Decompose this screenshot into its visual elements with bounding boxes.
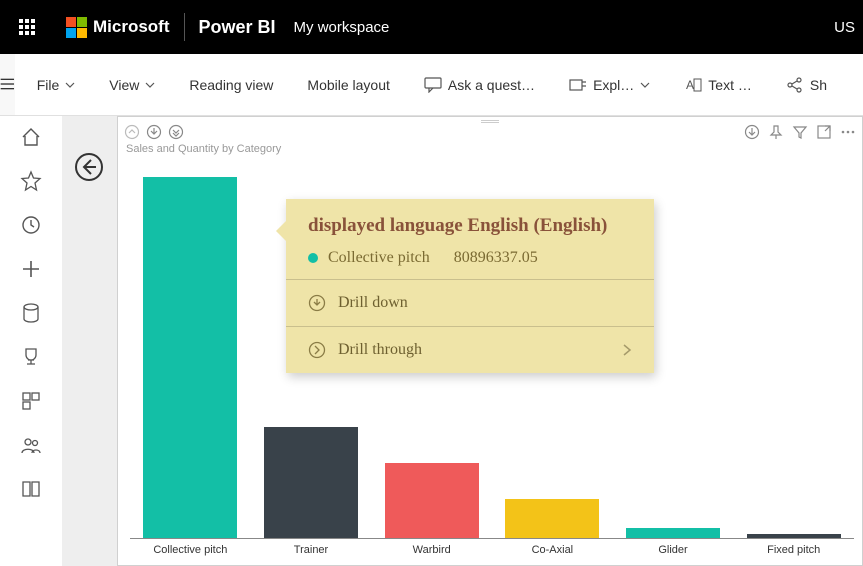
series-color-dot xyxy=(308,253,318,263)
nav-shared[interactable] xyxy=(20,434,42,456)
datapoint-tooltip: displayed language English (English) Col… xyxy=(286,199,654,373)
mobile-layout-label: Mobile layout xyxy=(307,77,390,93)
waffle-icon xyxy=(19,19,35,35)
microsoft-logo[interactable]: Microsoft xyxy=(66,17,170,38)
x-axis-label: Glider xyxy=(613,541,734,561)
chart-visual[interactable]: Sales and Quantity by Category Collectiv… xyxy=(117,116,863,566)
drill-down-action[interactable]: Drill down xyxy=(286,280,654,326)
user-region[interactable]: US xyxy=(834,19,855,36)
microsoft-icon xyxy=(66,17,87,38)
clock-icon xyxy=(20,214,42,236)
back-button[interactable] xyxy=(74,152,104,182)
expand-next-level-icon[interactable] xyxy=(168,124,184,140)
text-box-label: Text … xyxy=(708,77,752,93)
star-icon xyxy=(20,170,42,192)
x-axis-label: Fixed pitch xyxy=(733,541,854,561)
text-box-icon: A xyxy=(684,77,702,93)
view-menu[interactable]: View xyxy=(99,71,165,99)
app-launcher[interactable] xyxy=(0,0,54,54)
bar-collective-pitch[interactable] xyxy=(130,159,251,539)
workspace-breadcrumb[interactable]: My workspace xyxy=(294,19,390,36)
apps-icon xyxy=(20,390,42,412)
chevron-down-icon xyxy=(145,80,155,90)
home-icon xyxy=(20,126,42,148)
drag-handle[interactable] xyxy=(481,120,499,123)
book-icon xyxy=(20,478,42,500)
file-menu[interactable]: File xyxy=(27,71,86,99)
header-divider xyxy=(184,13,185,41)
drill-down-label: Drill down xyxy=(338,294,408,312)
x-axis xyxy=(130,538,854,539)
drill-through-circle-icon xyxy=(308,341,326,359)
ask-question-label: Ask a quest… xyxy=(448,77,535,93)
view-menu-label: View xyxy=(109,77,139,93)
bar[interactable] xyxy=(385,463,479,539)
share-label: Sh xyxy=(810,77,827,93)
focus-mode-icon[interactable] xyxy=(816,124,832,140)
mobile-layout-button[interactable]: Mobile layout xyxy=(297,71,400,99)
x-axis-label: Trainer xyxy=(251,541,372,561)
file-menu-label: File xyxy=(37,77,60,93)
people-icon xyxy=(20,434,42,456)
hamburger-icon xyxy=(0,78,15,90)
nav-create[interactable] xyxy=(20,258,42,280)
nav-apps[interactable] xyxy=(20,390,42,412)
share-icon xyxy=(786,77,804,93)
drill-through-action[interactable]: Drill through xyxy=(286,327,654,373)
tooltip-title: displayed language English (English) xyxy=(308,213,636,239)
nav-recent[interactable] xyxy=(20,214,42,236)
bar[interactable] xyxy=(143,177,237,539)
x-axis-label: Collective pitch xyxy=(130,541,251,561)
drill-up-icon[interactable] xyxy=(124,124,140,140)
trophy-icon xyxy=(20,346,42,368)
visual-title: Sales and Quantity by Category xyxy=(118,143,862,155)
nav-learn[interactable] xyxy=(20,478,42,500)
bar-fixed-pitch[interactable] xyxy=(733,159,854,539)
chevron-down-icon xyxy=(640,80,650,90)
product-name[interactable]: Power BI xyxy=(199,17,276,38)
explore-label: Expl… xyxy=(593,77,634,93)
microsoft-brand-text: Microsoft xyxy=(93,17,170,37)
tooltip-series-label: Collective pitch xyxy=(328,249,430,267)
bar[interactable] xyxy=(505,499,599,539)
bar[interactable] xyxy=(264,427,358,539)
nav-favorites[interactable] xyxy=(20,170,42,192)
explore-menu[interactable]: Expl… xyxy=(559,71,660,99)
chat-icon xyxy=(424,77,442,93)
reading-view-button[interactable]: Reading view xyxy=(179,71,283,99)
x-axis-label: Warbird xyxy=(371,541,492,561)
x-axis-label: Co-Axial xyxy=(492,541,613,561)
nav-datasets[interactable] xyxy=(20,302,42,324)
drill-down-icon[interactable] xyxy=(146,124,162,140)
ask-question-button[interactable]: Ask a quest… xyxy=(414,71,545,99)
arrow-left-circle-icon xyxy=(74,152,104,182)
chevron-down-icon xyxy=(65,80,75,90)
tooltip-arrow xyxy=(276,221,286,241)
plus-icon xyxy=(20,258,42,280)
explore-icon xyxy=(569,77,587,93)
text-box-button[interactable]: A Text … xyxy=(674,71,762,99)
nav-home[interactable] xyxy=(20,126,42,148)
export-icon[interactable] xyxy=(744,124,760,140)
share-button[interactable]: Sh xyxy=(776,71,837,99)
database-icon xyxy=(20,302,42,324)
filter-icon[interactable] xyxy=(792,124,808,140)
svg-text:A: A xyxy=(686,78,694,92)
reading-view-label: Reading view xyxy=(189,77,273,93)
nav-toggle-button[interactable] xyxy=(0,54,15,116)
tooltip-value: 80896337.05 xyxy=(454,249,538,267)
pin-icon[interactable] xyxy=(768,124,784,140)
chevron-right-icon xyxy=(618,341,636,359)
drill-down-circle-icon xyxy=(308,294,326,312)
drill-through-label: Drill through xyxy=(338,341,422,359)
more-options-icon[interactable] xyxy=(840,124,856,140)
nav-goals[interactable] xyxy=(20,346,42,368)
